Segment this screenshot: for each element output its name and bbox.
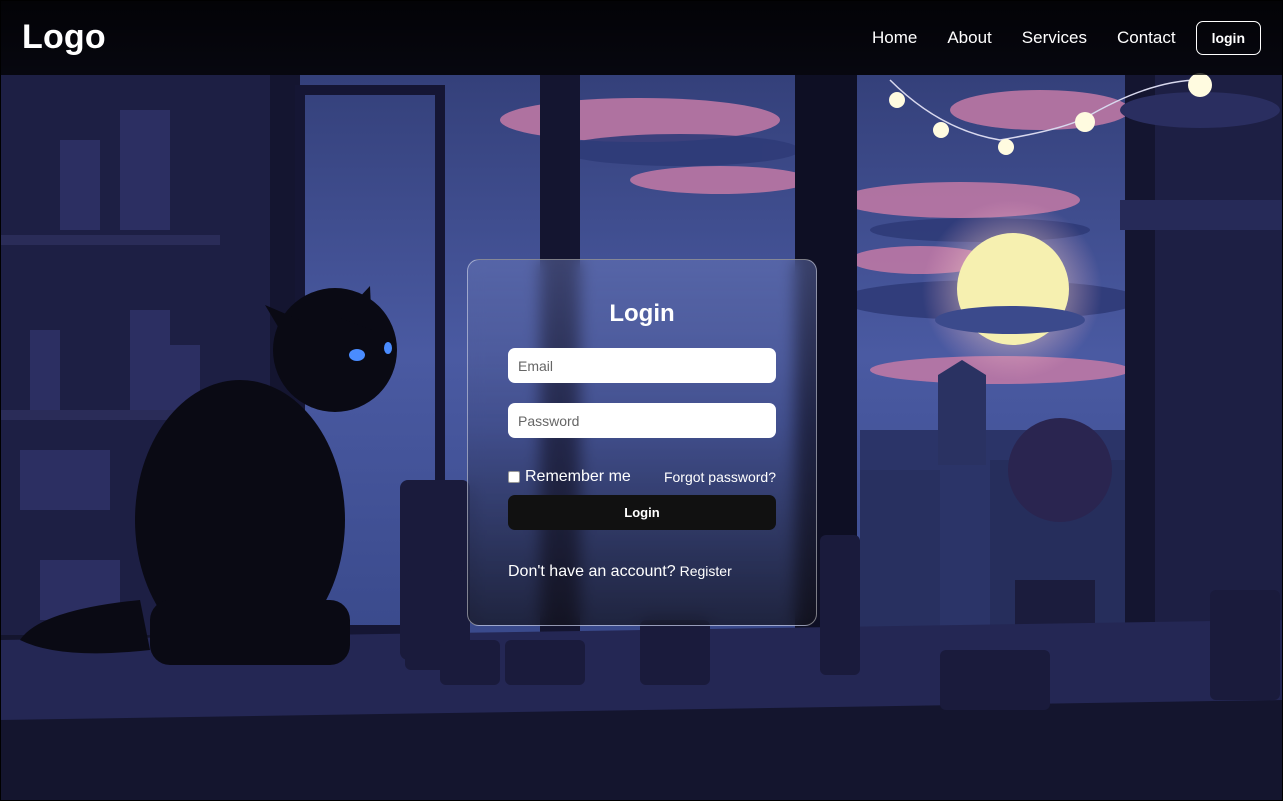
register-row: Don't have an account? Register (508, 563, 732, 581)
remember-label[interactable]: Remember me (525, 468, 631, 486)
register-link[interactable]: Register (680, 563, 732, 579)
email-field[interactable] (508, 348, 776, 383)
forgot-password-link[interactable]: Forgot password? (664, 469, 776, 485)
remember-row: Remember me Forgot password? (508, 467, 776, 487)
login-card: Login Remember me Forgot password? Login… (467, 259, 817, 626)
password-field[interactable] (508, 403, 776, 438)
nav-link-home[interactable]: Home (872, 28, 917, 48)
nav-links: Home About Services Contact login (842, 20, 1261, 55)
nav-login-button[interactable]: login (1195, 20, 1261, 55)
top-navbar: Logo Home About Services Contact login (0, 0, 1283, 75)
nav-link-contact[interactable]: Contact (1117, 28, 1176, 48)
remember-group: Remember me (508, 468, 631, 486)
login-title: Login (609, 300, 675, 327)
logo[interactable]: Logo (22, 18, 106, 57)
no-account-text: Don't have an account? (508, 563, 676, 580)
nav-link-about[interactable]: About (947, 28, 991, 48)
remember-checkbox[interactable] (508, 471, 520, 483)
nav-link-services[interactable]: Services (1022, 28, 1087, 48)
login-submit-button[interactable]: Login (508, 495, 776, 530)
